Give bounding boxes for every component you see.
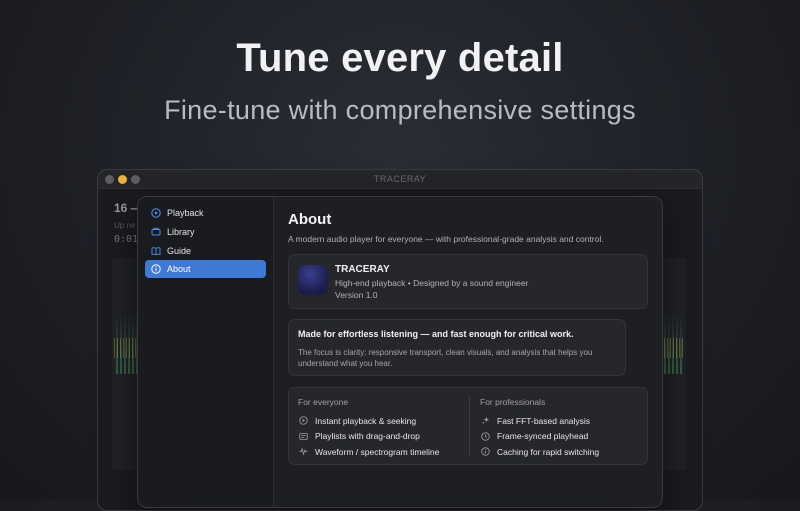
sidebar-item-playback[interactable]: Playback — [145, 204, 266, 222]
pitch-headline: Made for effortless listening — and fast… — [298, 329, 574, 339]
app-version: Version 1.0 — [335, 290, 378, 300]
play-circle-icon — [151, 208, 161, 218]
list-item: Instant playback & seeking — [298, 413, 439, 429]
list-item: Waveform / spectrogram timeline — [298, 444, 439, 460]
everyone-column: For everyone Instant playback & seeking … — [298, 397, 439, 460]
feature-label: Playlists with drag-and-drop — [315, 431, 420, 442]
up-next-label: Up ne — [114, 221, 136, 230]
sidebar-item-label: Library — [167, 227, 195, 237]
app-logo-icon — [298, 265, 328, 295]
professionals-column: For professionals Fast FFT-based analysi… — [480, 397, 599, 460]
about-description: A modern audio player for everyone — wit… — [288, 234, 604, 244]
window-title: TRACERAY — [373, 174, 427, 184]
sparkles-icon — [480, 416, 490, 426]
features-card: For everyone Instant playback & seeking … — [288, 387, 648, 465]
sidebar-item-library[interactable]: Library — [145, 223, 266, 241]
column-divider — [469, 396, 470, 456]
pitch-card: Made for effortless listening — and fast… — [288, 319, 626, 376]
info-icon — [151, 264, 161, 274]
sidebar-item-about[interactable]: About — [145, 260, 266, 278]
feature-label: Fast FFT-based analysis — [497, 415, 591, 426]
sidebar-item-label: About — [167, 264, 191, 274]
info-icon — [480, 447, 490, 457]
list-item: Frame-synced playhead — [480, 429, 599, 445]
library-icon — [151, 227, 161, 237]
sidebar-item-label: Guide — [167, 246, 192, 256]
feature-label: Caching for rapid switching — [497, 446, 600, 457]
list-item: Fast FFT-based analysis — [480, 413, 599, 429]
feature-label: Frame-synced playhead — [497, 431, 589, 442]
everyone-heading: For everyone — [298, 397, 349, 407]
settings-sidebar: Playback Library Guide About — [138, 197, 274, 507]
window-titlebar: TRACERAY — [98, 170, 702, 189]
page-title: About — [288, 211, 332, 228]
pitch-body: The focus is clarity: responsive transpo… — [298, 348, 593, 368]
book-icon — [151, 246, 161, 256]
hero-subtitle: Fine-tune with comprehensive settings — [164, 95, 636, 125]
waveform-icon — [298, 447, 308, 457]
sidebar-item-label: Playback — [167, 208, 204, 218]
app-tagline: High-end playback • Designed by a sound … — [335, 278, 529, 288]
professionals-heading: For professionals — [480, 397, 546, 407]
clock-icon — [480, 431, 490, 441]
feature-label: Instant playback & seeking — [315, 415, 417, 426]
settings-panel: Playback Library Guide About About A mod… — [137, 196, 663, 508]
playlist-icon — [298, 431, 308, 441]
list-item: Playlists with drag-and-drop — [298, 429, 439, 445]
hero-title: Tune every detail — [236, 36, 564, 80]
list-item: Caching for rapid switching — [480, 444, 599, 460]
play-circle-icon — [298, 416, 308, 426]
feature-label: Waveform / spectrogram timeline — [315, 446, 440, 457]
app-name: TRACERAY — [335, 264, 390, 275]
app-info-card: TRACERAY High-end playback • Designed by… — [288, 254, 648, 309]
playback-time: 0:01 — [114, 234, 139, 245]
sidebar-item-guide[interactable]: Guide — [145, 242, 266, 260]
